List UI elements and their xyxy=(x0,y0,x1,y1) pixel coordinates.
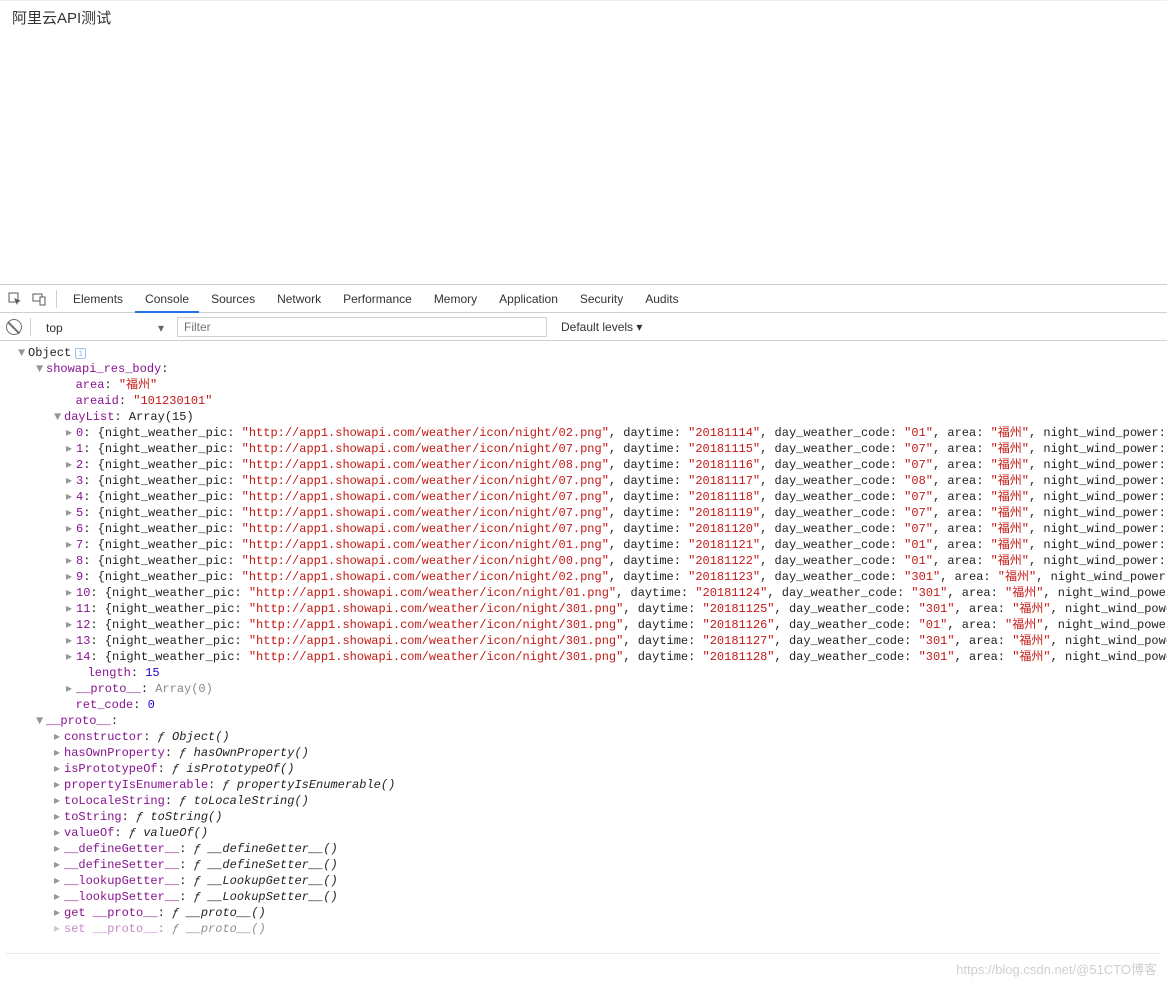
twisty-icon[interactable]: ▸ xyxy=(54,761,64,777)
context-selector[interactable]: top xyxy=(39,317,169,337)
array-item[interactable]: ▸8: {night_weather_pic: "http://app1.sho… xyxy=(6,553,1161,569)
twisty-icon[interactable]: ▼ xyxy=(54,409,64,425)
tree-leaf[interactable]: ret_code: 0 xyxy=(6,697,1161,713)
devtools-panel: Elements Console Sources Network Perform… xyxy=(0,284,1167,984)
twisty-icon[interactable]: ▸ xyxy=(66,457,76,473)
twisty-icon[interactable]: ▸ xyxy=(54,857,64,873)
console-output: ▼Objecti ▼showapi_res_body: area: "福州" a… xyxy=(0,341,1167,984)
proto-method[interactable]: ▸__lookupGetter__: ƒ __LookupGetter__() xyxy=(6,873,1161,889)
twisty-icon[interactable]: ▼ xyxy=(36,361,46,377)
proto-method[interactable]: ▸hasOwnProperty: ƒ hasOwnProperty() xyxy=(6,745,1161,761)
proto-method[interactable]: ▸toLocaleString: ƒ toLocaleString() xyxy=(6,793,1161,809)
console-toolbar: top Default levels ▾ xyxy=(0,313,1167,341)
devtools-tabbar: Elements Console Sources Network Perform… xyxy=(0,285,1167,313)
twisty-icon[interactable]: ▸ xyxy=(54,793,64,809)
twisty-icon[interactable]: ▸ xyxy=(54,921,64,937)
tab-sources[interactable]: Sources xyxy=(201,285,265,313)
twisty-icon[interactable]: ▸ xyxy=(66,521,76,537)
array-item[interactable]: ▸4: {night_weather_pic: "http://app1.sho… xyxy=(6,489,1161,505)
array-item[interactable]: ▸1: {night_weather_pic: "http://app1.sho… xyxy=(6,441,1161,457)
separator xyxy=(56,290,57,308)
twisty-icon[interactable]: ▼ xyxy=(18,345,28,361)
twisty-icon[interactable]: ▸ xyxy=(66,505,76,521)
tree-node[interactable]: ▼showapi_res_body: xyxy=(6,361,1161,377)
watermark-text: https://blog.csdn.net/@51CTO博客 xyxy=(956,962,1157,978)
proto-method[interactable]: ▸valueOf: ƒ valueOf() xyxy=(6,825,1161,841)
tab-elements[interactable]: Elements xyxy=(63,285,133,313)
array-item[interactable]: ▸14: {night_weather_pic: "http://app1.sh… xyxy=(6,649,1161,665)
array-item[interactable]: ▸13: {night_weather_pic: "http://app1.sh… xyxy=(6,633,1161,649)
twisty-icon[interactable]: ▸ xyxy=(66,585,76,601)
twisty-icon[interactable]: ▸ xyxy=(66,617,76,633)
clear-console-icon[interactable] xyxy=(6,319,22,335)
tab-performance[interactable]: Performance xyxy=(333,285,422,313)
tree-leaf[interactable]: length: 15 xyxy=(6,665,1161,681)
array-item[interactable]: ▸0: {night_weather_pic: "http://app1.sho… xyxy=(6,425,1161,441)
array-item[interactable]: ▸3: {night_weather_pic: "http://app1.sho… xyxy=(6,473,1161,489)
device-toggle-icon[interactable] xyxy=(28,288,50,310)
page-blank-area xyxy=(0,34,1167,284)
log-levels-selector[interactable]: Default levels ▾ xyxy=(555,320,648,334)
array-item[interactable]: ▸6: {night_weather_pic: "http://app1.sho… xyxy=(6,521,1161,537)
tab-network[interactable]: Network xyxy=(267,285,331,313)
twisty-icon[interactable]: ▸ xyxy=(66,473,76,489)
twisty-icon[interactable]: ▸ xyxy=(54,873,64,889)
array-item[interactable]: ▸12: {night_weather_pic: "http://app1.sh… xyxy=(6,617,1161,633)
tab-audits[interactable]: Audits xyxy=(635,285,688,313)
page-title: 阿里云API测试 xyxy=(0,0,1167,34)
tree-node[interactable]: ▼dayList: Array(15) xyxy=(6,409,1161,425)
twisty-icon[interactable]: ▸ xyxy=(54,809,64,825)
array-item[interactable]: ▸10: {night_weather_pic: "http://app1.sh… xyxy=(6,585,1161,601)
twisty-icon[interactable]: ▸ xyxy=(66,681,76,697)
tab-console[interactable]: Console xyxy=(135,285,199,313)
separator xyxy=(30,318,31,336)
twisty-icon[interactable]: ▸ xyxy=(66,441,76,457)
proto-method[interactable]: ▸toString: ƒ toString() xyxy=(6,809,1161,825)
proto-method[interactable]: ▸set __proto__: ƒ __proto__() xyxy=(6,921,1161,937)
proto-method[interactable]: ▸__lookupSetter__: ƒ __LookupSetter__() xyxy=(6,889,1161,905)
twisty-icon[interactable]: ▸ xyxy=(66,649,76,665)
array-item[interactable]: ▸7: {night_weather_pic: "http://app1.sho… xyxy=(6,537,1161,553)
twisty-icon[interactable]: ▸ xyxy=(54,841,64,857)
twisty-icon[interactable]: ▸ xyxy=(66,537,76,553)
twisty-icon[interactable]: ▸ xyxy=(66,633,76,649)
twisty-icon[interactable]: ▼ xyxy=(36,713,46,729)
twisty-icon[interactable]: ▸ xyxy=(54,889,64,905)
proto-method[interactable]: ▸__defineSetter__: ƒ __defineSetter__() xyxy=(6,857,1161,873)
twisty-icon[interactable]: ▸ xyxy=(66,553,76,569)
twisty-icon[interactable]: ▸ xyxy=(66,601,76,617)
proto-method[interactable]: ▸get __proto__: ƒ __proto__() xyxy=(6,905,1161,921)
separator xyxy=(6,953,1161,954)
twisty-icon[interactable]: ▸ xyxy=(54,729,64,745)
tab-memory[interactable]: Memory xyxy=(424,285,487,313)
proto-method[interactable]: ▸propertyIsEnumerable: ƒ propertyIsEnume… xyxy=(6,777,1161,793)
tab-security[interactable]: Security xyxy=(570,285,633,313)
tab-application[interactable]: Application xyxy=(489,285,568,313)
tree-node[interactable]: ▼__proto__: xyxy=(6,713,1161,729)
twisty-icon[interactable]: ▸ xyxy=(54,777,64,793)
array-item[interactable]: ▸9: {night_weather_pic: "http://app1.sho… xyxy=(6,569,1161,585)
twisty-icon[interactable]: ▸ xyxy=(66,425,76,441)
info-icon[interactable]: i xyxy=(75,348,86,359)
array-item[interactable]: ▸11: {night_weather_pic: "http://app1.sh… xyxy=(6,601,1161,617)
twisty-icon[interactable]: ▸ xyxy=(66,489,76,505)
tree-node[interactable]: ▸__proto__: Array(0) xyxy=(6,681,1161,697)
tree-leaf[interactable]: area: "福州" xyxy=(6,377,1161,393)
proto-method[interactable]: ▸__defineGetter__: ƒ __defineGetter__() xyxy=(6,841,1161,857)
twisty-icon[interactable]: ▸ xyxy=(54,825,64,841)
array-item[interactable]: ▸5: {night_weather_pic: "http://app1.sho… xyxy=(6,505,1161,521)
tree-leaf[interactable]: areaid: "101230101" xyxy=(6,393,1161,409)
twisty-icon[interactable]: ▸ xyxy=(66,569,76,585)
proto-method[interactable]: ▸constructor: ƒ Object() xyxy=(6,729,1161,745)
array-item[interactable]: ▸2: {night_weather_pic: "http://app1.sho… xyxy=(6,457,1161,473)
filter-input[interactable] xyxy=(177,317,547,337)
inspect-icon[interactable] xyxy=(4,288,26,310)
twisty-icon[interactable]: ▸ xyxy=(54,905,64,921)
twisty-icon[interactable]: ▸ xyxy=(54,745,64,761)
proto-method[interactable]: ▸isPrototypeOf: ƒ isPrototypeOf() xyxy=(6,761,1161,777)
object-root[interactable]: ▼Objecti xyxy=(6,345,1161,361)
